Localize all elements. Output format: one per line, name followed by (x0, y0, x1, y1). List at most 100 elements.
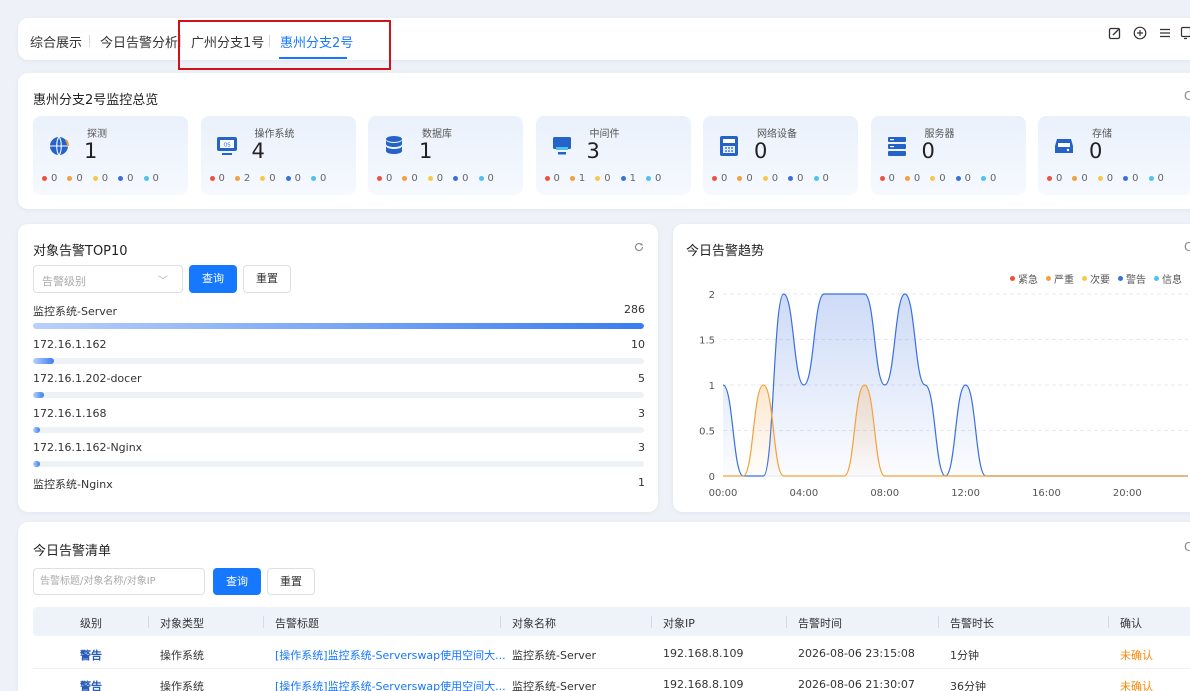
severity-dot (930, 176, 936, 181)
severity-count: 0 (646, 173, 661, 184)
stat-card-storage[interactable]: 存储 0 0 0 0 0 0 (1038, 116, 1190, 195)
severity-count: 2 (234, 173, 250, 184)
rank-bar-track (33, 392, 644, 398)
severity-counts: 0 1 0 1 0 (544, 173, 661, 184)
severity-count: 0 (209, 173, 225, 184)
top10-reset-button[interactable]: 重置 (243, 265, 291, 293)
stat-card-network-device[interactable]: 网络设备 0 0 0 0 0 0 (703, 116, 858, 195)
severity-dot (1047, 176, 1052, 181)
stat-label: 数据库 (422, 129, 452, 140)
object-name: 监控系统-Server (512, 649, 597, 662)
alert-title-link[interactable]: [操作系统]监控系统-Serverswap使用空间大... (275, 678, 506, 691)
table-header-cell[interactable]: 告警时长 (950, 615, 994, 631)
rank-item-name: 172.16.1.202-docer (33, 372, 142, 385)
table-header-cell[interactable]: 确认 (1120, 615, 1142, 631)
column-divider (1108, 616, 1109, 628)
alert-title-link[interactable]: [操作系统]监控系统-Serverswap使用空间大... (275, 647, 506, 663)
stat-card-server[interactable]: 服务器 0 0 0 0 0 0 (870, 116, 1026, 195)
trend-refresh-icon[interactable]: C (1184, 240, 1190, 254)
severity-count-value: 0 (797, 173, 804, 184)
top10-refresh-icon[interactable] (634, 241, 644, 255)
severity-dot (1097, 176, 1103, 181)
severity-count-value: 0 (771, 173, 779, 184)
rank-bar-fill (33, 323, 644, 329)
severity-count: 0 (42, 173, 57, 184)
alert-query-button[interactable]: 查询 (213, 568, 261, 595)
table-header-cell[interactable]: 告警标题 (275, 615, 319, 631)
severity-counts: 0 0 0 0 0 (42, 173, 159, 184)
severity-count-value: 0 (487, 173, 494, 184)
severity-count: 0 (1123, 173, 1139, 184)
edit-icon[interactable] (1108, 26, 1122, 44)
menu-icon[interactable] (1158, 26, 1172, 44)
severity-count-value: 0 (553, 173, 560, 184)
severity-count: 0 (143, 173, 159, 184)
table-header-cell[interactable]: 对象IP (663, 615, 695, 631)
severity-count-value: 0 (888, 173, 895, 184)
severity-count: 0 (427, 173, 443, 184)
window-icon[interactable] (1180, 26, 1190, 44)
severity-dot (402, 176, 408, 181)
stat-card-os[interactable]: OS 操作系统 4 0 2 0 0 0 (200, 116, 356, 195)
table-header-cell[interactable]: 对象类型 (160, 615, 204, 631)
severity-dot (737, 176, 743, 181)
severity-count: 0 (92, 173, 108, 184)
alert-level: 警告 (80, 649, 102, 662)
stat-card-globe[interactable]: 探测 1 0 0 0 0 0 (33, 116, 188, 195)
severity-count: 0 (260, 173, 276, 184)
top10-query-button[interactable]: 查询 (189, 265, 237, 293)
confirm-status[interactable]: 未确认 (1120, 678, 1153, 691)
tab-today-alarm-analysis[interactable]: 今日告警分析 (100, 32, 178, 51)
alert-refresh-icon[interactable]: C (1184, 540, 1190, 554)
severity-dot (260, 176, 266, 181)
confirm-status[interactable]: 未确认 (1120, 647, 1153, 663)
trend-chart: 0 0.5 1 1.5 2 00:00 04:00 08:00 12:00 16:00 20:00 (699, 290, 1188, 499)
add-circle-icon[interactable] (1133, 26, 1147, 44)
object-type: 操作系统 (160, 649, 204, 662)
severity-dot (620, 176, 626, 181)
severity-dot (595, 176, 601, 181)
severity-dot (478, 176, 484, 181)
severity-count-value: 0 (939, 173, 946, 184)
severity-count: 0 (67, 173, 83, 184)
severity-count: 0 (402, 173, 418, 184)
rank-item-value: 3 (638, 406, 645, 420)
severity-dot (955, 176, 961, 181)
rank-bar-track (33, 323, 644, 329)
alert-reset-button[interactable]: 重置 (267, 568, 315, 595)
severity-count: 0 (377, 173, 392, 184)
severity-count: 0 (453, 173, 469, 184)
alarm-level-select[interactable]: 告警级别 ﹀ (33, 265, 183, 293)
severity-count-value: 0 (604, 173, 611, 184)
rank-item-value: 1 (638, 475, 645, 489)
severity-dot (453, 176, 459, 181)
stat-label: 网络设备 (757, 129, 797, 140)
y-tick-label: 0.5 (699, 427, 715, 438)
refresh-icon[interactable]: C (1184, 89, 1190, 103)
rank-item-value: 3 (638, 441, 645, 454)
table-header-cell[interactable]: 告警时间 (798, 615, 842, 631)
alert-time: 2026-08-06 23:15:08 (798, 647, 915, 660)
rank-item-name: 监控系统-Nginx (33, 477, 113, 491)
stat-card-middleware[interactable]: 中间件 3 0 1 0 1 0 (535, 116, 691, 195)
severity-count: 0 (544, 173, 560, 184)
table-header-cell[interactable]: 级别 (80, 615, 102, 631)
x-tick-label: 20:00 (1113, 488, 1142, 499)
severity-counts: 0 0 0 0 0 (879, 173, 996, 184)
alert-search-input[interactable] (33, 568, 205, 595)
highlight-annotation-box (178, 20, 391, 70)
stat-label: 服务器 (924, 129, 955, 140)
severity-count-value: 0 (822, 173, 829, 184)
x-tick-label: 12:00 (951, 488, 980, 499)
severity-dot (813, 176, 819, 181)
stat-card-database[interactable]: 数据库 1 0 0 0 0 0 (368, 116, 523, 195)
rank-bar-fill (33, 357, 55, 364)
severity-dot (569, 176, 575, 181)
severity-count: 0 (955, 173, 971, 184)
column-divider (651, 616, 652, 628)
tab-overview[interactable]: 综合展示 (30, 32, 82, 51)
table-header-cell[interactable]: 对象名称 (512, 615, 556, 631)
severity-count: 0 (285, 173, 301, 184)
x-tick-label: 04:00 (789, 488, 818, 499)
severity-count: 0 (788, 173, 804, 184)
